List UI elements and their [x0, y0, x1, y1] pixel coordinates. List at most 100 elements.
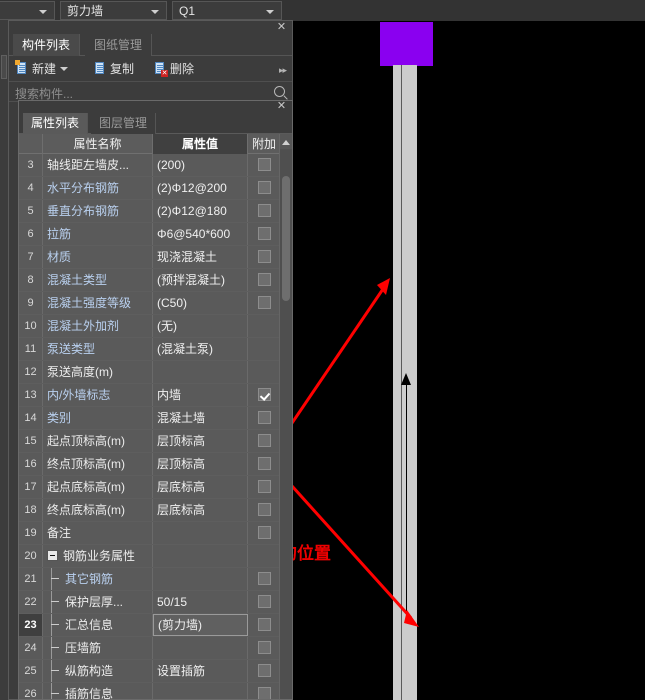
property-value-cell[interactable]: 层底标高	[153, 499, 248, 521]
table-row[interactable]: 25 纵筋构造 设置插筋	[19, 660, 281, 683]
property-value-cell[interactable]: (2)Φ12@180	[153, 200, 248, 222]
attach-checkbox[interactable]	[258, 227, 271, 240]
tab-layer-manage[interactable]: 图层管理	[91, 113, 157, 134]
table-row[interactable]: 21 其它钢筋	[19, 568, 281, 591]
property-value-cell[interactable]: (200)	[153, 154, 248, 176]
property-value-cell[interactable]: 50/15	[153, 591, 248, 613]
table-row[interactable]: 11 泵送类型 (混凝土泵)	[19, 338, 281, 361]
attach-checkbox[interactable]	[258, 503, 271, 516]
attach-checkbox[interactable]	[258, 618, 271, 631]
table-row[interactable]: 16 终点顶标高(m) 层顶标高	[19, 453, 281, 476]
property-value-cell[interactable]: (预拌混凝土)	[153, 269, 248, 291]
table-row[interactable]: 14 类别 混凝土墙	[19, 407, 281, 430]
property-value-cell[interactable]	[153, 522, 248, 544]
attach-cell	[248, 683, 281, 699]
tree-branch	[51, 578, 59, 579]
attach-checkbox[interactable]	[258, 434, 271, 447]
attach-checkbox[interactable]	[258, 480, 271, 493]
property-value-cell[interactable]: (2)Φ12@200	[153, 177, 248, 199]
scrollbar-thumb[interactable]	[282, 176, 290, 301]
table-row[interactable]: 5 垂直分布钢筋 (2)Φ12@180	[19, 200, 281, 223]
table-row[interactable]: 8 混凝土类型 (预拌混凝土)	[19, 269, 281, 292]
table-row[interactable]: 20 钢筋业务属性	[19, 545, 281, 568]
attach-checkbox[interactable]	[258, 250, 271, 263]
property-value-cell[interactable]	[153, 637, 248, 659]
table-row[interactable]: 6 拉筋 Φ6@540*600	[19, 223, 281, 246]
property-value-cell[interactable]: (混凝土泵)	[153, 338, 248, 360]
left-dock-button[interactable]	[1, 55, 7, 79]
search-icon[interactable]	[274, 86, 285, 97]
table-row[interactable]: 23 汇总信息 (剪力墙)	[19, 614, 281, 637]
column-header-value[interactable]: 属性值	[153, 134, 248, 154]
table-row[interactable]: 15 起点顶标高(m) 层顶标高	[19, 430, 281, 453]
property-value-cell[interactable]: (C50)	[153, 292, 248, 314]
property-value-cell[interactable]: 内墙	[153, 384, 248, 406]
category-dropdown[interactable]: 剪力墙	[60, 1, 167, 20]
attach-checkbox[interactable]	[258, 388, 271, 401]
attach-cell	[248, 476, 281, 498]
column-header-name[interactable]: 属性名称	[43, 134, 153, 154]
copy-button[interactable]: 复制	[93, 60, 134, 78]
table-row[interactable]: 9 混凝土强度等级 (C50)	[19, 292, 281, 315]
close-icon[interactable]: ✕	[276, 101, 287, 112]
component-dropdown[interactable]: Q1	[172, 1, 282, 20]
attach-checkbox[interactable]	[258, 572, 271, 585]
property-value-cell[interactable]: 层顶标高	[153, 453, 248, 475]
table-row[interactable]: 24 压墙筋	[19, 637, 281, 660]
attach-checkbox[interactable]	[258, 273, 271, 286]
attach-checkbox[interactable]	[258, 457, 271, 470]
property-value-cell[interactable]	[153, 545, 248, 567]
table-row[interactable]: 4 水平分布钢筋 (2)Φ12@200	[19, 177, 281, 200]
table-row[interactable]: 3 轴线距左墙皮... (200)	[19, 154, 281, 177]
property-value-cell[interactable]	[153, 683, 248, 699]
attach-checkbox[interactable]	[258, 158, 271, 171]
attach-checkbox[interactable]	[258, 595, 271, 608]
property-value-cell[interactable]: 层底标高	[153, 476, 248, 498]
attach-checkbox[interactable]	[258, 411, 271, 424]
property-value-cell[interactable]: 混凝土墙	[153, 407, 248, 429]
attach-cell	[248, 154, 281, 176]
property-name-cell: 终点顶标高(m)	[43, 453, 153, 475]
attach-checkbox[interactable]	[258, 181, 271, 194]
attach-checkbox[interactable]	[258, 204, 271, 217]
scroll-up-arrow-icon[interactable]	[280, 134, 292, 149]
attach-checkbox[interactable]	[258, 687, 271, 699]
property-value-cell[interactable]: 现浇混凝土	[153, 246, 248, 268]
table-row[interactable]: 17 起点底标高(m) 层底标高	[19, 476, 281, 499]
overflow-chevron-icon[interactable]: ▸▸	[279, 65, 287, 76]
tab-component-list[interactable]: 构件列表	[13, 34, 81, 56]
property-value-cell[interactable]	[153, 361, 248, 383]
column-header-attach[interactable]: 附加	[248, 134, 281, 154]
row-index: 7	[19, 246, 43, 268]
property-table-scrollbar[interactable]	[279, 134, 292, 699]
tree-collapse-icon[interactable]	[47, 550, 58, 561]
attach-checkbox[interactable]	[258, 664, 271, 677]
attach-checkbox[interactable]	[258, 641, 271, 654]
new-button[interactable]: 新建	[15, 60, 69, 78]
chevron-down-icon[interactable]	[60, 67, 69, 71]
attach-cell	[248, 315, 281, 337]
table-row[interactable]: 13 内/外墙标志 内墙	[19, 384, 281, 407]
drawing-canvas[interactable]: 保护层的位置	[293, 21, 645, 700]
property-value-cell[interactable]: 设置插筋	[153, 660, 248, 682]
table-row[interactable]: 7 材质 现浇混凝土	[19, 246, 281, 269]
table-row[interactable]: 19 备注	[19, 522, 281, 545]
close-icon[interactable]: ✕	[276, 22, 287, 33]
property-value-cell[interactable]: 层顶标高	[153, 430, 248, 452]
category-dropdown-partial[interactable]	[0, 1, 55, 20]
tab-drawing-manage[interactable]: 图纸管理	[85, 34, 153, 56]
attach-checkbox[interactable]	[258, 296, 271, 309]
tab-property-list[interactable]: 属性列表	[23, 113, 89, 134]
property-value-cell[interactable]: (剪力墙)	[153, 614, 248, 636]
property-value-cell[interactable]: (无)	[153, 315, 248, 337]
attach-checkbox[interactable]	[258, 526, 271, 539]
table-row[interactable]: 10 混凝土外加剂 (无)	[19, 315, 281, 338]
search-bar[interactable]: 搜索构件...	[9, 82, 292, 102]
property-value-cell[interactable]: Φ6@540*600	[153, 223, 248, 245]
table-row[interactable]: 18 终点底标高(m) 层底标高	[19, 499, 281, 522]
delete-button[interactable]: ✕ 删除	[153, 60, 194, 78]
table-row[interactable]: 12 泵送高度(m)	[19, 361, 281, 384]
property-value-cell[interactable]	[153, 568, 248, 590]
table-row[interactable]: 22 保护层厚... 50/15	[19, 591, 281, 614]
table-row[interactable]: 26 插筋信息	[19, 683, 281, 699]
